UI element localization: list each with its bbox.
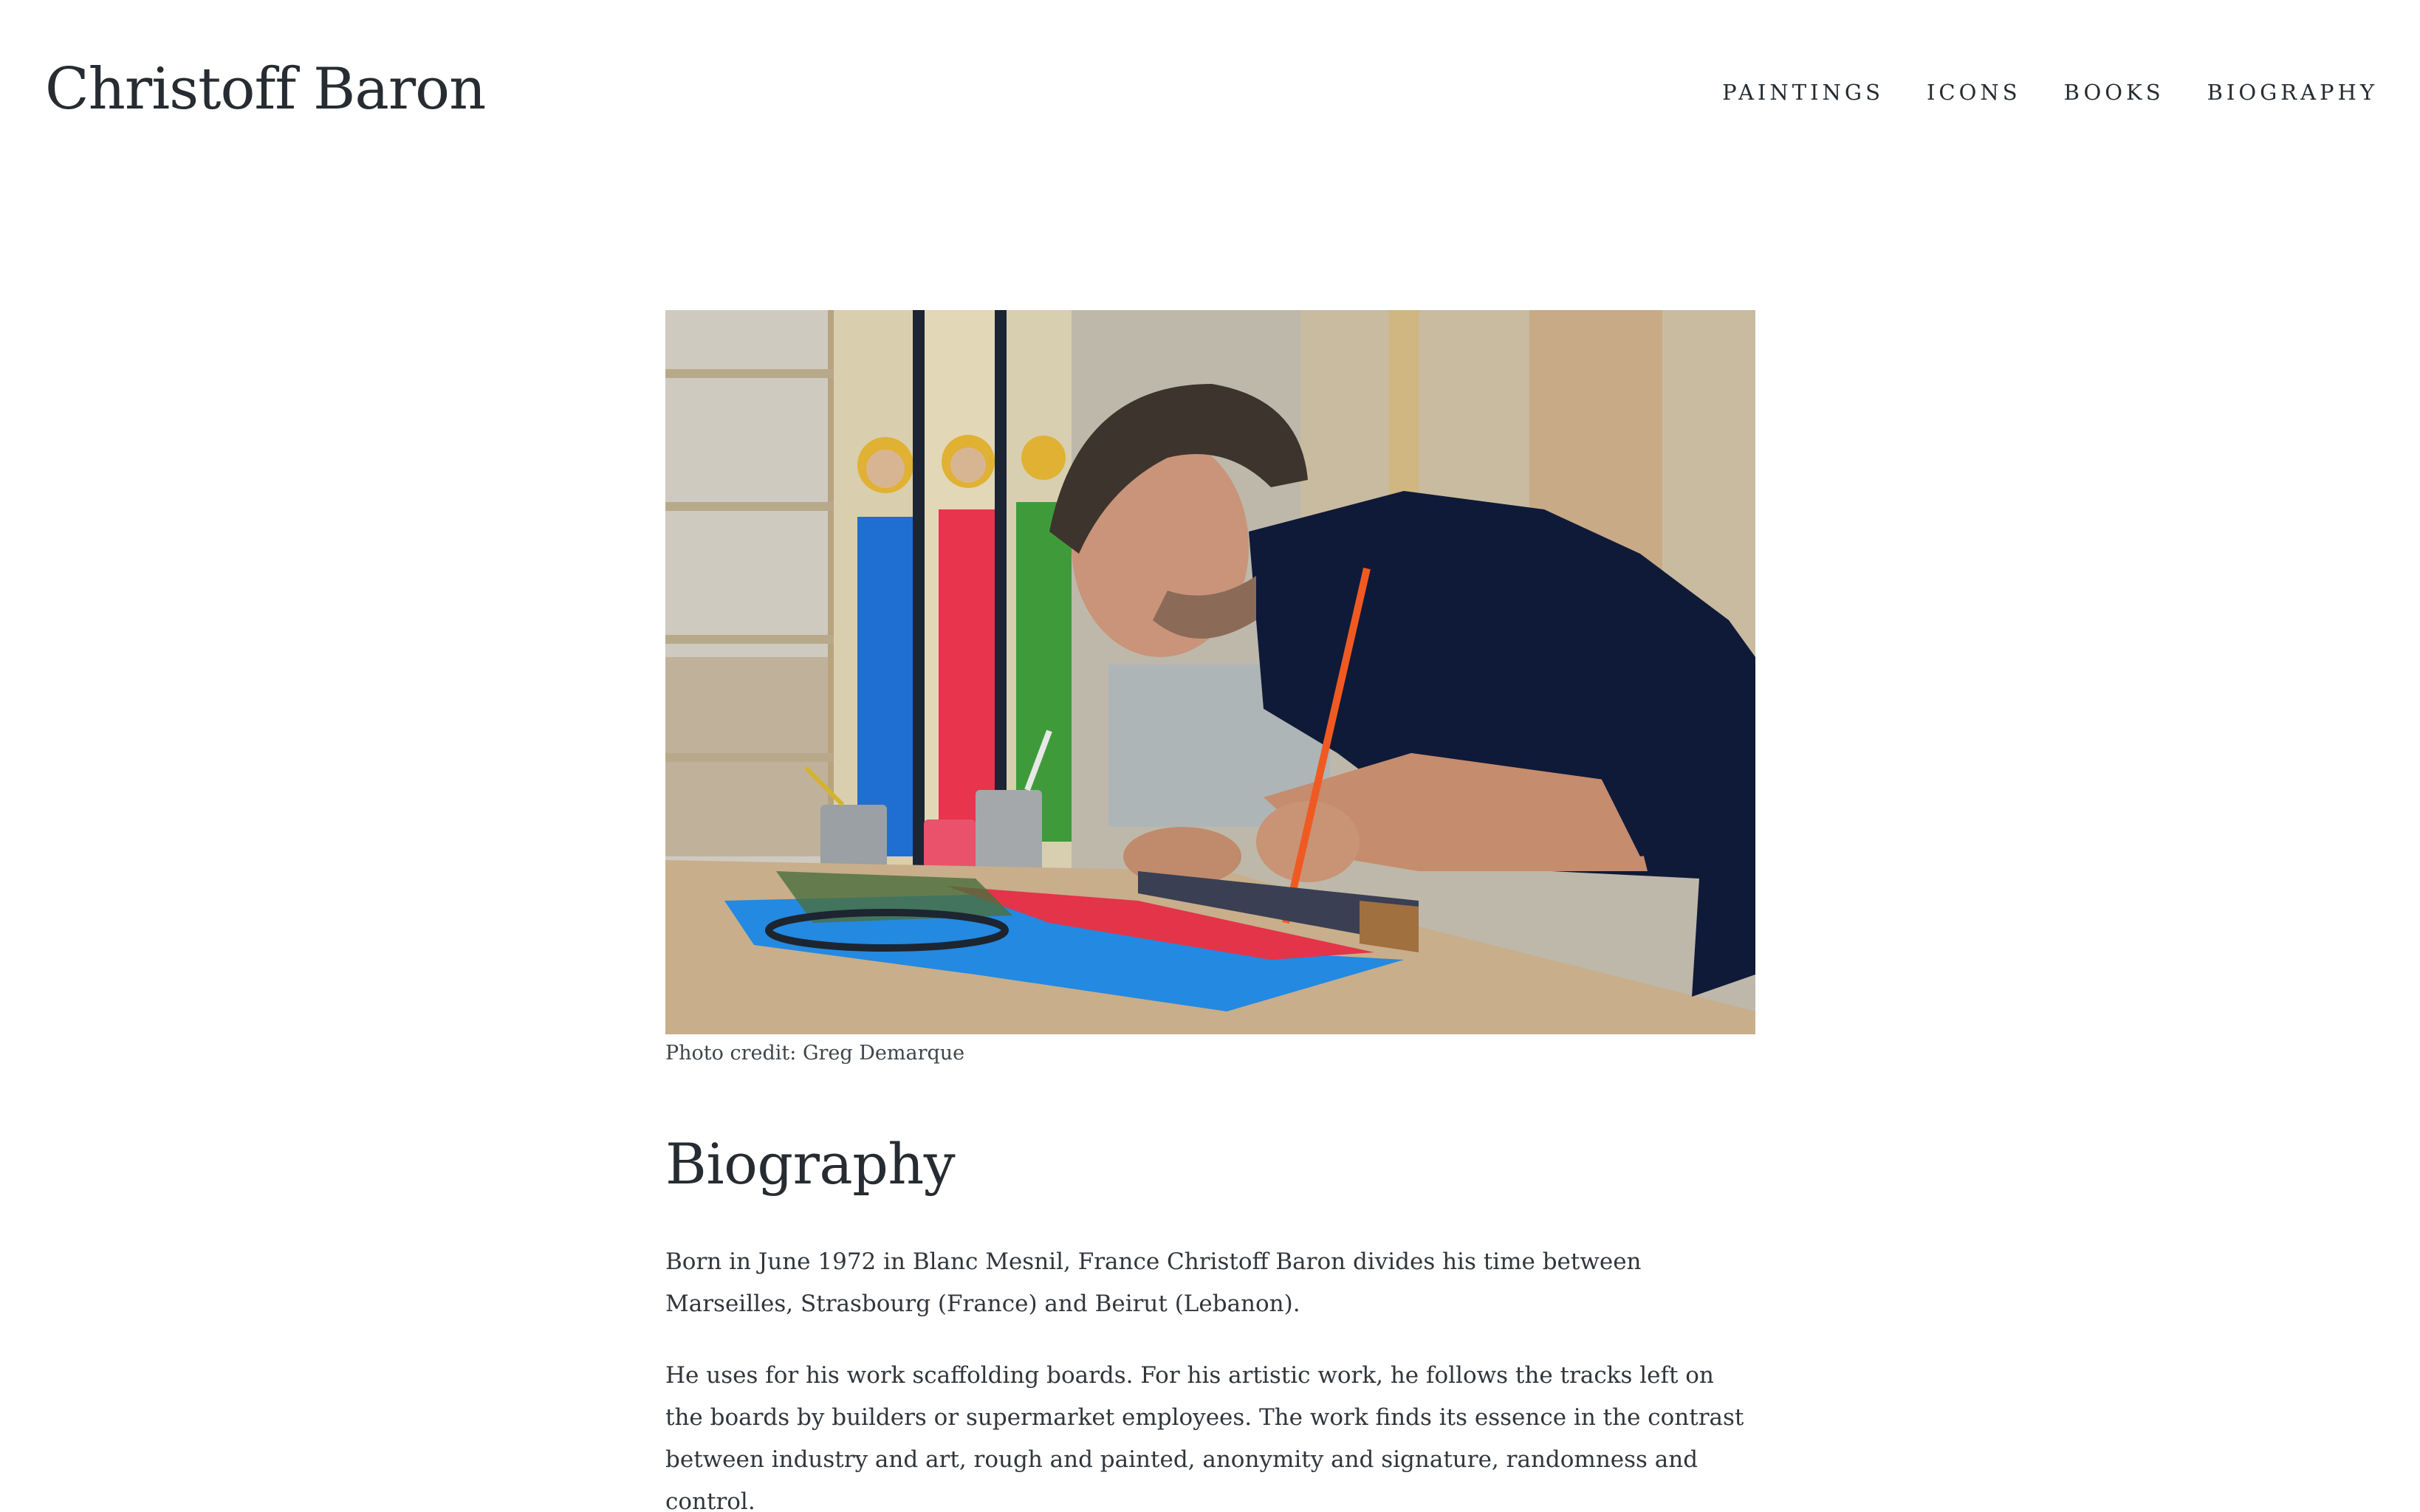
biography-text: Born in June 1972 in Blanc Mesnil, Franc… [665, 1241, 1755, 1512]
nav-item-paintings[interactable]: PAINTINGS [1722, 80, 1884, 105]
artist-photo-illustration [665, 310, 1755, 1034]
photo-caption: Photo credit: Greg Demarque [665, 1042, 965, 1065]
site-header: Christoff Baron PAINTINGS ICONS BOOKS BI… [0, 0, 2420, 192]
page: Christoff Baron PAINTINGS ICONS BOOKS BI… [0, 0, 2420, 1512]
nav-item-icons[interactable]: ICONS [1927, 80, 2021, 105]
biography-heading: Biography [665, 1131, 956, 1197]
main-navigation: PAINTINGS ICONS BOOKS BIOGRAPHY [1722, 80, 2378, 105]
main-content: Photo credit: Greg Demarque Biography Bo… [665, 310, 1755, 1512]
biography-paragraph: He uses for his work scaffolding boards.… [665, 1362, 1744, 1512]
artist-photo-figure: Photo credit: Greg Demarque [665, 310, 1755, 1065]
nav-item-books[interactable]: BOOKS [2064, 80, 2164, 105]
site-title-link[interactable]: Christoff Baron [45, 56, 486, 123]
artist-photo [665, 310, 1755, 1034]
nav-item-biography[interactable]: BIOGRAPHY [2207, 80, 2378, 105]
biography-paragraph: Born in June 1972 in Blanc Mesnil, Franc… [665, 1248, 1642, 1317]
